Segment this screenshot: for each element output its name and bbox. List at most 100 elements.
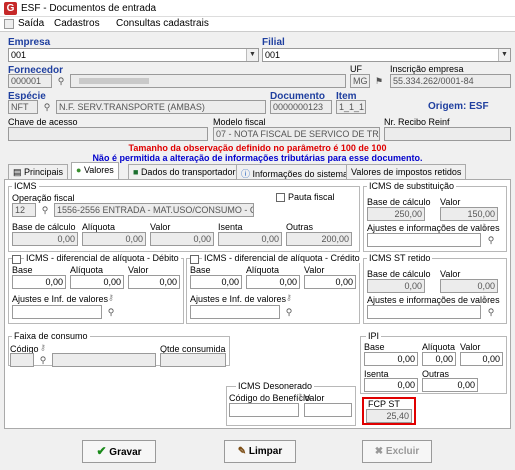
debito-ajustes-field[interactable] [12,305,102,319]
st-base-field[interactable]: 0,00 [367,279,425,293]
binoculars-icon[interactable]: ⚲ [36,353,50,367]
title-bar: G ESF - Documentos de entrada [0,0,515,17]
filial-select[interactable]: 001 ▼ [262,48,511,62]
especie-desc[interactable]: N.F. SERV.TRANSPORTE (AMBAS) [56,100,266,114]
desonerado-title: ICMS Desonerado [236,381,315,391]
empresa-select[interactable]: 001 ▼ [8,48,259,62]
modelo-field[interactable]: 07 - NOTA FISCAL DE SERVICO DE TRANSPO [213,127,380,141]
credito-ajustes-label: Ajustes e Inf. de valores [190,294,287,304]
chave-label: Chave de acesso [8,117,78,127]
ipi-valor-field[interactable]: 0,00 [460,352,503,366]
credito-base-label: Base [190,265,211,275]
ipi-isenta-field[interactable]: 0,00 [364,378,418,392]
debito-base-label: Base [12,265,33,275]
debito-valor-field[interactable]: 0,00 [128,275,180,289]
warning-line-1: Tamanho da observação definido no parâme… [128,143,387,153]
st-valor-field[interactable]: 0,00 [440,279,498,293]
filial-label: Filial [262,37,285,48]
icms-isenta-field[interactable]: 0,00 [218,232,282,246]
filial-value: 001 [265,50,281,60]
tab-label: Dados do transportador [140,167,236,177]
fornecedor-name[interactable] [70,74,346,88]
redacted-text [79,78,149,84]
icms-base-field[interactable]: 0,00 [12,232,78,246]
tab-label: Informações do sistema [252,169,349,179]
documento-field[interactable]: 0000000123 [270,100,332,114]
operacao-code[interactable]: 12 [12,203,36,217]
binoculars-icon[interactable]: ⚲ [104,305,118,319]
binoculars-icon[interactable]: ⚲ [282,305,296,319]
credito-base-field[interactable]: 0,00 [190,275,242,289]
inscricao-field[interactable]: 55.334.262/0001-84 [390,74,511,88]
menu-consultas[interactable]: Consultas cadastrais [116,18,209,29]
subst-base-label: Base de cálculo [367,197,431,207]
modelo-label: Modelo fiscal [213,117,266,127]
st-retido-title: ICMS ST retido [367,253,433,263]
especie-code[interactable]: NFT [8,100,38,114]
icms-aliquota-label: Alíquota [82,222,116,232]
ipi-aliquota-field[interactable]: 0,00 [422,352,456,366]
recibo-field[interactable] [384,127,511,141]
chevron-down-icon[interactable]: ▼ [498,49,510,61]
menu-cadastros[interactable]: Cadastros [54,18,100,29]
lock-icon: ⚷ [481,222,487,231]
binoculars-icon[interactable]: ⚲ [40,100,54,114]
flag-icon[interactable]: ⚑ [372,74,386,88]
operacao-desc[interactable]: 1556-2556 ENTRADA - MAT.USO/CONSUMO - CS… [54,203,254,217]
exit-icon[interactable] [4,19,14,29]
consumo-title: Faixa de consumo [12,331,90,341]
binoculars-icon[interactable]: ⚲ [54,74,68,88]
credito-valor-field[interactable]: 0,00 [304,275,356,289]
tab-impostos-retidos[interactable]: Valores de impostos retidos [346,164,467,179]
tab-informacoes-sistema[interactable]: ⓘ Informações do sistema [236,164,354,179]
tab-principais[interactable]: ▤ Principais [8,164,69,179]
subst-ajustes-field[interactable] [367,233,481,247]
ipi-outras-field[interactable]: 0,00 [422,378,478,392]
binoculars-icon[interactable]: ⚲ [38,203,52,217]
ipi-base-field[interactable]: 0,00 [364,352,418,366]
chevron-down-icon[interactable]: ▼ [246,49,258,61]
lock-icon: ⚷ [108,293,114,302]
limpar-label: Limpar [248,446,283,457]
limpar-button[interactable]: ✎ Limpar [224,440,296,463]
difal-debito-title: ICMS - diferencial de alíquota - Débito [24,253,181,263]
difal-credito-checkbox[interactable] [190,255,199,264]
st-ajustes-field[interactable] [367,305,481,319]
credito-ajustes-field[interactable] [190,305,280,319]
item-field[interactable]: 1_1_1 [336,100,366,114]
uf-field[interactable]: MG [350,74,370,88]
binoculars-icon[interactable]: ⚲ [484,233,498,247]
desonerado-codigo-field[interactable] [229,403,299,417]
credito-aliquota-field[interactable]: 0,00 [246,275,300,289]
lock-icon: ⚷ [481,294,487,303]
consumo-qtde-field[interactable] [160,353,226,367]
consumo-desc-field[interactable] [52,353,156,367]
fcp-st-field[interactable]: 25,40 [366,409,412,423]
st-ajustes-label: Ajustes e informações de valores [367,295,500,305]
ipi-aliquota-label: Alíquota [422,342,456,352]
desonerado-valor-field[interactable] [304,403,352,417]
fornecedor-code[interactable]: 000001 [8,74,52,88]
icms-outras-field[interactable]: 200,00 [286,232,352,246]
chave-field[interactable] [8,127,208,141]
delete-icon: ✖ [374,446,384,457]
debito-ajustes-label: Ajustes e Inf. de valores [12,294,109,304]
pauta-fiscal-checkbox[interactable] [276,193,285,202]
menu-saida[interactable]: Saída [18,18,44,29]
tab-valores[interactable]: ● Valores [71,162,119,180]
difal-debito-checkbox[interactable] [12,255,21,264]
debito-base-field[interactable]: 0,00 [12,275,66,289]
check-icon: ✔ [96,444,107,458]
gravar-button[interactable]: ✔ Gravar [82,440,156,463]
subst-valor-field[interactable]: 150,00 [440,207,498,221]
debito-aliquota-field[interactable]: 0,00 [70,275,124,289]
icms-base-label: Base de cálculo [12,222,76,232]
icms-aliquota-field[interactable]: 0,00 [82,232,146,246]
subst-base-field[interactable]: 250,00 [367,207,425,221]
consumo-codigo-field[interactable] [10,353,34,367]
excluir-button[interactable]: ✖ Excluir [362,440,432,463]
icms-valor-field[interactable]: 0,00 [150,232,214,246]
tab-label: Valores de impostos retidos [351,167,462,177]
tab-dados-transportador[interactable]: ■ Dados do transportador [128,164,241,179]
binoculars-icon[interactable]: ⚲ [484,305,498,319]
